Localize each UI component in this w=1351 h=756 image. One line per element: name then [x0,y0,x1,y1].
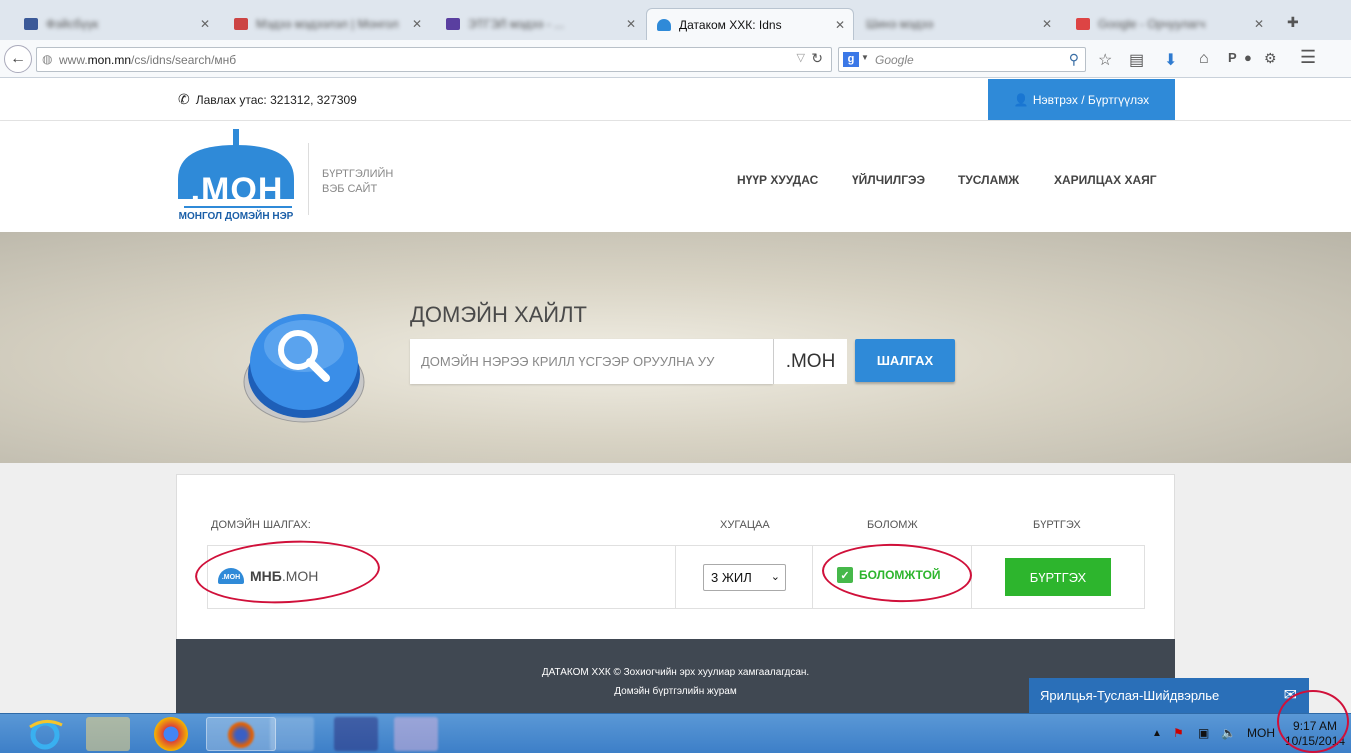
menu-icon[interactable]: ☰ [1300,47,1316,68]
nav-services[interactable]: ҮЙЛЧИЛГЭЭ [852,173,925,187]
addon-icon[interactable]: P [1228,50,1237,65]
new-tab-icon[interactable]: ✚ [1287,14,1299,31]
flag-favicon-icon [234,18,248,30]
search-title: ДОМЭЙН ХАЙЛТ [410,302,587,327]
header-status: БОЛОМЖ [867,519,918,531]
close-tab-icon[interactable]: ✕ [200,17,210,31]
logo-tagline: БҮРТГЭЛИЙН ВЭБ САЙТ [322,168,394,195]
header-domain: ДОМЭЙН ШАЛГАХ: [211,519,311,531]
logo-wordmark: .МОН [190,171,284,209]
register-cell: БҮРТГЭХ [971,546,1145,608]
register-button[interactable]: БҮРТГЭХ [1005,558,1111,596]
user-icon: 👤 [1013,92,1029,107]
site-header: .МОН МОНГОЛ ДОМЭЙН НЭР БҮРТГЭЛИЙН ВЭБ СА… [0,121,1351,232]
browser-nav-bar: ← ◍ www. mon.mn/cs/idns/search/мнб ▽ ↻ g … [0,40,1351,78]
google-icon[interactable]: g [843,52,859,67]
taskbar-app-icon[interactable] [270,717,314,751]
addon-icon[interactable]: ● [1244,50,1252,65]
chat-widget[interactable]: Ярилцья-Туслая-Шийдвэрлье ✉ [1029,678,1309,713]
nav-help[interactable]: ТУСЛАМЖ [958,173,1019,187]
domain-search-hero: ДОМЭЙН ХАЙЛТ ДОМЭЙН НЭРЭЭ КРИЛЛ ҮСГЭЭР О… [0,232,1351,463]
site-top-strip: ✆ Лавлах утас: 321312, 327309 👤 Нэвтрэх … [0,79,1351,121]
search-engine-dropdown-icon[interactable]: ▼ [861,53,869,62]
reload-icon[interactable]: ↻ [811,50,823,67]
close-tab-icon[interactable]: ✕ [1042,17,1052,31]
windows-taskbar: ▲ ⚑ ▣ 🔈 МОН 9:17 AM 10/15/2014 [0,713,1351,753]
close-tab-icon[interactable]: ✕ [626,17,636,31]
settings-icon[interactable]: ⚙ [1264,50,1277,67]
close-tab-icon[interactable]: ✕ [412,17,422,31]
browser-tab-active[interactable]: Датаком ХХК: Idns ✕ [646,8,854,40]
chrome-icon[interactable] [154,717,188,751]
google-favicon-icon [1076,18,1090,30]
back-button[interactable]: ← [4,45,32,73]
file-explorer-icon[interactable] [86,717,130,751]
search-button-graphic [242,304,370,433]
browser-tab[interactable]: Шинэ мэдээ ✕ [856,8,1060,40]
language-indicator[interactable]: МОН [1247,726,1275,740]
header-period: ХУГАЦАА [720,519,770,531]
taskbar-app-icon[interactable] [394,717,438,751]
search-engine-box[interactable]: g ▼ Google ⚲ [838,47,1086,72]
site-favicon-icon [446,18,460,30]
chevron-down-icon: ⌄ [770,571,780,583]
period-select[interactable]: 3 ЖИЛ ⌄ [703,564,786,591]
annotation-circle-clock [1277,690,1349,753]
site-logo[interactable]: .МОН МОНГОЛ ДОМЭЙН НЭР [174,127,298,227]
site-footer: ДАТАКОМ ХХК © Зохиогчийн эрх хуулиар хам… [176,639,1175,713]
taskbar-app-icon[interactable] [334,717,378,751]
close-tab-icon[interactable]: ✕ [1254,17,1264,31]
close-tab-icon[interactable]: ✕ [835,18,845,32]
check-button[interactable]: ШАЛГАХ [855,339,955,382]
globe-icon: ◍ [42,52,53,66]
login-button[interactable]: 👤 Нэвтрэх / Бүртгүүлэх [988,79,1175,120]
period-cell: 3 ЖИЛ ⌄ [675,546,812,608]
magnifier-icon [243,314,365,423]
terms-link[interactable]: Домэйн бүртгэлийн журам [176,686,1175,697]
action-center-flag-icon[interactable]: ⚑ [1173,726,1184,740]
firefox-icon[interactable] [206,717,276,751]
dropdown-arrow-icon[interactable]: ▽ [797,51,805,64]
facebook-favicon-icon [24,18,38,30]
phone-info: ✆ Лавлах утас: 321312, 327309 [178,91,357,107]
nav-home[interactable]: НҮҮР ХУУДАС [737,173,818,187]
search-icon[interactable]: ⚲ [1069,51,1079,68]
logo-subtitle: МОНГОЛ ДОМЭЙН НЭР [178,211,294,222]
browser-tab[interactable]: Google - Орчуулагч ✕ [1066,8,1272,40]
browser-tab-bar: Фэйсбүүк ✕ Мэдээ мэдээлэл | Монгол ✕ ЭТГ… [0,0,1351,40]
bookmarks-list-icon[interactable]: ▤ [1129,50,1144,70]
show-hidden-icons[interactable]: ▲ [1152,728,1162,739]
copyright-text: ДАТАКОМ ХХК © Зохиогчийн эрх хуулиар хам… [541,667,810,678]
nav-contact[interactable]: ХАРИЛЦАХ ХАЯГ [1054,173,1157,187]
download-icon[interactable]: ⬇ [1164,50,1177,70]
volume-icon[interactable]: 🔈 [1221,726,1236,740]
network-icon[interactable]: ▣ [1198,726,1209,740]
logo-divider [308,143,309,215]
internet-explorer-icon[interactable] [22,717,68,751]
browser-tab[interactable]: Мэдээ мэдээлэл | Монгол ✕ [224,8,430,40]
browser-tab[interactable]: Фэйсбүүк ✕ [14,8,218,40]
url-bar[interactable]: ◍ www. mon.mn/cs/idns/search/мнб ▽ ↻ [36,47,832,72]
tld-label: .МОН [773,339,847,384]
browser-tab[interactable]: ЭТГЭЛ мэдээ - ... ✕ [436,8,644,40]
bookmark-star-icon[interactable]: ☆ [1098,50,1112,70]
phone-icon: ✆ [178,91,190,107]
header-register: БҮРТГЭХ [1033,519,1081,531]
domain-search-input[interactable]: ДОМЭЙН НЭРЭЭ КРИЛЛ ҮСГЭЭР ОРУУЛНА УУ [410,339,773,384]
mon-favicon-icon [657,18,671,31]
home-icon[interactable]: ⌂ [1199,50,1209,68]
